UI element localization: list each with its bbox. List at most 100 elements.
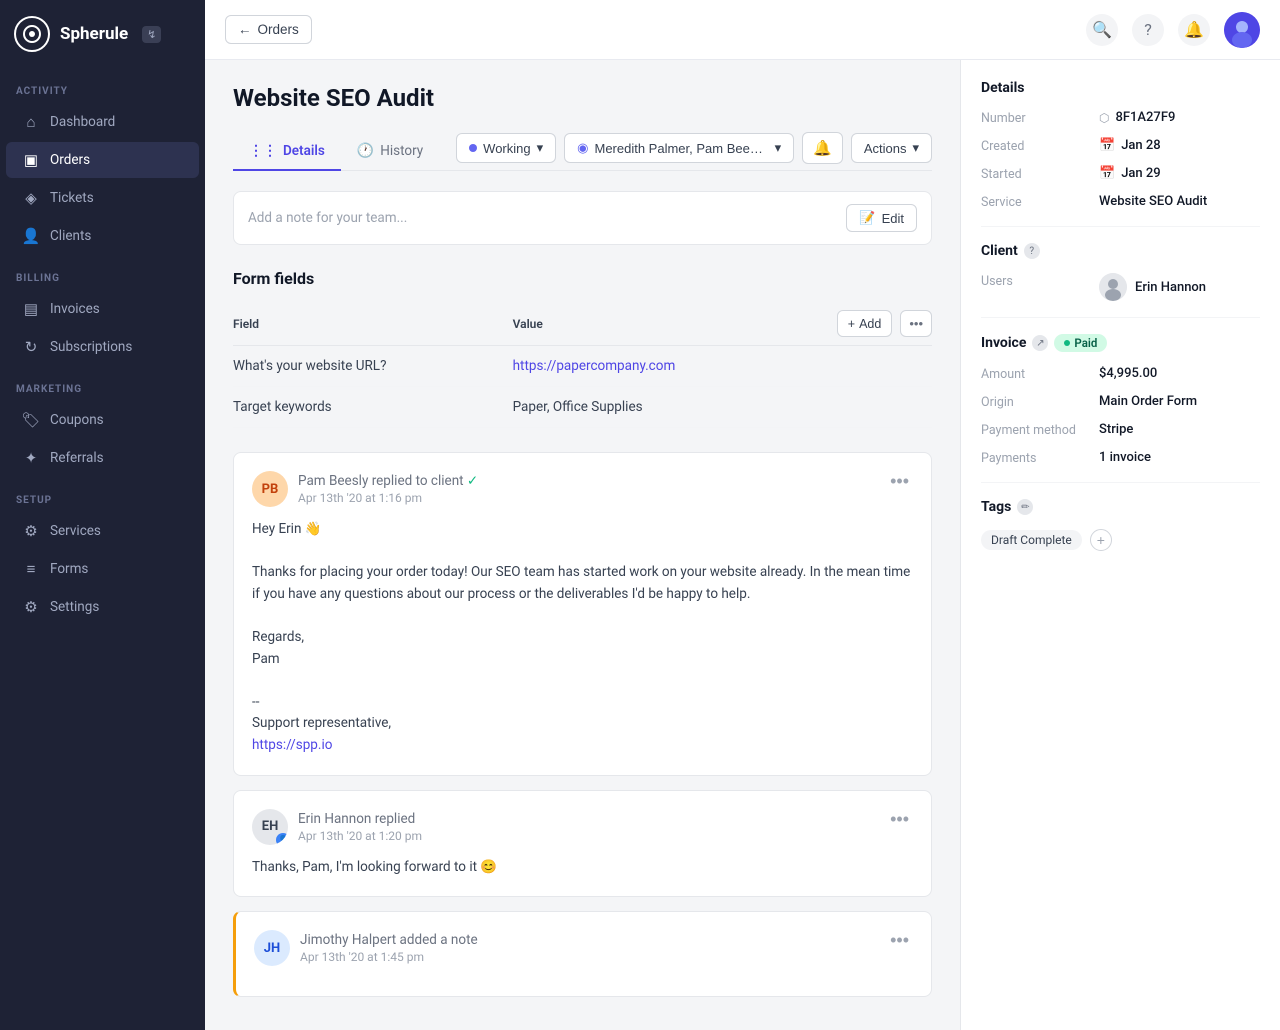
sidebar-item-orders[interactable]: ▣ Orders [6,142,199,178]
referrals-icon: ✦ [22,449,40,467]
sidebar-item-label: Settings [50,599,99,615]
assignee-icon: ◉ [577,140,588,156]
sidebar-item-referrals[interactable]: ✦ Referrals [6,440,199,476]
client-badge-icon: 👤 [276,833,288,845]
sidebar-item-label: Subscriptions [50,339,132,355]
sidebar-item-label: Coupons [50,412,104,428]
content-area: Website SEO Audit ⋮⋮ Details 🕐 History [205,60,1280,1030]
payments-value: 1 invoice [1099,450,1151,465]
tag-chip: Draft Complete [981,530,1082,550]
page-title: Website SEO Audit [233,84,932,112]
amount-label: Amount [981,366,1091,382]
bell-icon: 🔔 [1184,20,1204,39]
back-label: Orders [258,22,299,37]
table-actions: + Add ••• [614,310,932,337]
tags-info-icon[interactable]: ✏ [1017,499,1033,515]
sidebar-item-subscriptions[interactable]: ↻ Subscriptions [6,329,199,365]
edit-icon: 📝 [859,210,875,226]
sidebar-item-label: Dashboard [50,114,115,130]
note-input-area: Add a note for your team... 📝 Edit [233,191,932,245]
search-icon: 🔍 [1092,20,1112,39]
tab-history[interactable]: 🕐 History [341,133,439,171]
form-fields-table: Field Value + Add [233,302,932,428]
amount-value: $4,995.00 [1099,366,1157,381]
assignee-button[interactable]: ◉ Meredith Palmer, Pam Beesly, Jimothy..… [564,133,794,163]
sidebar-item-services[interactable]: ⚙ Services [6,513,199,549]
client-label: Client [981,243,1018,259]
sidebar-item-label: Orders [50,152,90,168]
comment-options-button[interactable]: ••• [886,471,913,492]
billing-section-label: BILLING [0,255,205,290]
add-tag-button[interactable]: + [1090,529,1112,551]
calendar-icon: 📅 [1099,166,1115,181]
forms-icon: ≡ [22,560,40,578]
services-icon: ⚙ [22,522,40,540]
created-label: Created [981,138,1091,154]
comment-name: Erin Hannon replied [298,811,422,827]
sidebar-item-dashboard[interactable]: ⌂ Dashboard [6,104,199,140]
notifications-button[interactable]: 🔔 [1178,14,1210,46]
help-icon: ? [1144,20,1152,39]
invoice-label: Invoice [981,335,1026,351]
status-button[interactable]: Working ▾ [456,133,556,163]
spp-link[interactable]: https://spp.io [252,737,332,753]
payment-method-row: Payment method Stripe [981,422,1260,438]
service-value: Website SEO Audit [1099,194,1207,209]
sidebar-item-label: Services [50,523,101,539]
sidebar-item-tickets[interactable]: ◈ Tickets [6,180,199,216]
invoice-info-icon[interactable]: ↗ [1032,335,1048,351]
actions-button[interactable]: Actions ▾ [851,133,932,163]
chevron-down-icon: ▾ [537,140,544,156]
paid-dot [1064,340,1070,346]
sidebar-item-settings[interactable]: ⚙ Settings [6,589,199,625]
service-label: Service [981,194,1091,210]
back-button[interactable]: ← Orders [225,15,312,44]
sidebar-item-label: Invoices [50,301,100,317]
status-dot [469,144,477,152]
comment-card-erin: EH 👤 Erin Hannon replied Apr 13th '20 at… [233,790,932,898]
marketing-section-label: MARKETING [0,366,205,401]
comment-options-button[interactable]: ••• [886,809,913,830]
help-button[interactable]: ? [1132,14,1164,46]
website-url-link[interactable]: https://papercompany.com [513,358,676,374]
more-options-button[interactable]: ••• [900,310,932,337]
user-name: Erin Hannon [1135,280,1206,295]
edit-button[interactable]: 📝 Edit [846,204,917,232]
logo-area[interactable]: Spherule ↯ [0,0,205,68]
field-value: Paper, Office Supplies [513,387,932,428]
started-row: Started 📅 Jan 29 [981,166,1260,182]
orders-icon: ▣ [22,151,40,169]
user-avatar[interactable] [1224,12,1260,48]
search-button[interactable]: 🔍 [1086,14,1118,46]
comment-meta: Jimothy Halpert added a note Apr 13th '2… [300,932,478,964]
tags-label: Tags [981,499,1011,515]
sidebar-item-forms[interactable]: ≡ Forms [6,551,199,587]
erin-avatar: EH 👤 [252,809,288,845]
home-icon: ⌂ [22,113,40,131]
origin-row: Origin Main Order Form [981,394,1260,410]
tickets-icon: ◈ [22,189,40,207]
paid-label: Paid [1074,336,1097,350]
details-section-title: Details [981,80,1260,96]
invoices-icon: ▤ [22,300,40,318]
payments-label: Payments [981,450,1091,466]
sidebar-item-label: Forms [50,561,88,577]
notifications-toggle[interactable]: 🔔 [802,132,843,164]
topbar: ← Orders 🔍 ? 🔔 [205,0,1280,60]
form-fields-section: Form fields Field Value [233,269,932,428]
logo-text: Spherule [60,24,128,44]
tabs-row: ⋮⋮ Details 🕐 History Working ▾ [233,132,932,171]
comment-name: Jimothy Halpert added a note [300,932,478,948]
settings-icon: ⚙ [22,598,40,616]
tab-details[interactable]: ⋮⋮ Details [233,133,341,171]
comment-options-button[interactable]: ••• [886,930,913,951]
users-label: Users [981,273,1091,289]
add-field-button[interactable]: + Add [837,310,893,337]
client-info-icon[interactable]: ? [1024,243,1040,259]
sidebar-item-clients[interactable]: 👤 Clients [6,218,199,254]
add-label: Add [859,317,881,331]
sidebar-item-invoices[interactable]: ▤ Invoices [6,291,199,327]
status-label: Working [483,141,530,156]
logo-badge: ↯ [142,26,161,43]
sidebar-item-coupons[interactable]: 🏷 Coupons [6,402,199,438]
